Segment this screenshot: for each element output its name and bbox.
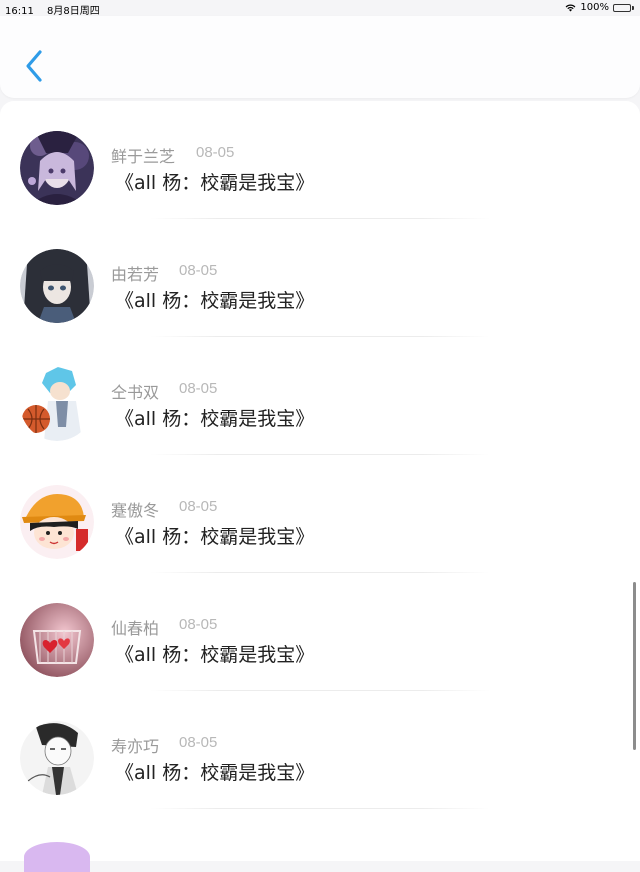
- status-right: 100%: [565, 2, 634, 13]
- list-item[interactable]: 仝书双 08-05 《all 杨：校霸是我宝》: [0, 337, 640, 455]
- book-title[interactable]: 《all 杨：校霸是我宝》: [115, 286, 314, 313]
- list-item[interactable]: 鲜于兰芝 08-05 《all 杨：校霸是我宝》: [0, 101, 640, 219]
- book-title[interactable]: 《all 杨：校霸是我宝》: [115, 640, 314, 667]
- battery-percent: 100%: [580, 2, 609, 13]
- anime-girl-dark-hair-avatar[interactable]: [20, 249, 94, 323]
- author-name: 鲜于兰芝: [111, 147, 176, 166]
- nav-header: [0, 16, 640, 98]
- author-name: 仙春柏: [111, 619, 160, 638]
- book-title[interactable]: 《all 杨：校霸是我宝》: [115, 168, 314, 195]
- book-title[interactable]: 《all 杨：校霸是我宝》: [115, 522, 314, 549]
- post-date: 08-05: [196, 144, 235, 161]
- post-date: 08-05: [179, 262, 218, 279]
- red-hearts-avatar[interactable]: [20, 603, 94, 677]
- basketball-boy-avatar[interactable]: [20, 367, 94, 441]
- cartoon-girl-hat-avatar[interactable]: [20, 485, 94, 559]
- partial-avatar: [24, 842, 90, 872]
- book-title[interactable]: 《all 杨：校霸是我宝》: [115, 404, 314, 431]
- post-date: 08-05: [179, 380, 218, 397]
- comment-list: 鲜于兰芝 08-05 《all 杨：校霸是我宝》 由若芳 08-05 《all …: [0, 101, 640, 861]
- post-date: 08-05: [179, 616, 218, 633]
- list-item[interactable]: 蹇傲冬 08-05 《all 杨：校霸是我宝》: [0, 455, 640, 573]
- divider: [150, 808, 490, 809]
- author-name: 蹇傲冬: [111, 501, 160, 520]
- list-item[interactable]: 仙春柏 08-05 《all 杨：校霸是我宝》: [0, 573, 640, 691]
- book-title[interactable]: 《all 杨：校霸是我宝》: [115, 758, 314, 785]
- post-date: 08-05: [179, 498, 218, 515]
- status-left: 16:11 8月8日周四: [5, 2, 110, 17]
- status-bar: 16:11 8月8日周四 100%: [0, 0, 640, 17]
- list-item[interactable]: 寿亦巧 08-05 《all 杨：校霸是我宝》: [0, 691, 640, 809]
- anime-girl-purple-avatar[interactable]: [20, 131, 94, 205]
- author-name: 仝书双: [111, 383, 160, 402]
- author-name: 由若芳: [111, 265, 160, 284]
- battery-icon: [613, 3, 634, 12]
- wifi-icon: [566, 4, 576, 12]
- scrollbar[interactable]: [633, 582, 636, 750]
- list-item[interactable]: 由若芳 08-05 《all 杨：校霸是我宝》: [0, 219, 640, 337]
- post-date: 08-05: [179, 734, 218, 751]
- author-name: 寿亦巧: [111, 737, 160, 756]
- sketch-boy-avatar[interactable]: [20, 721, 94, 795]
- chevron-left-icon[interactable]: [18, 48, 52, 84]
